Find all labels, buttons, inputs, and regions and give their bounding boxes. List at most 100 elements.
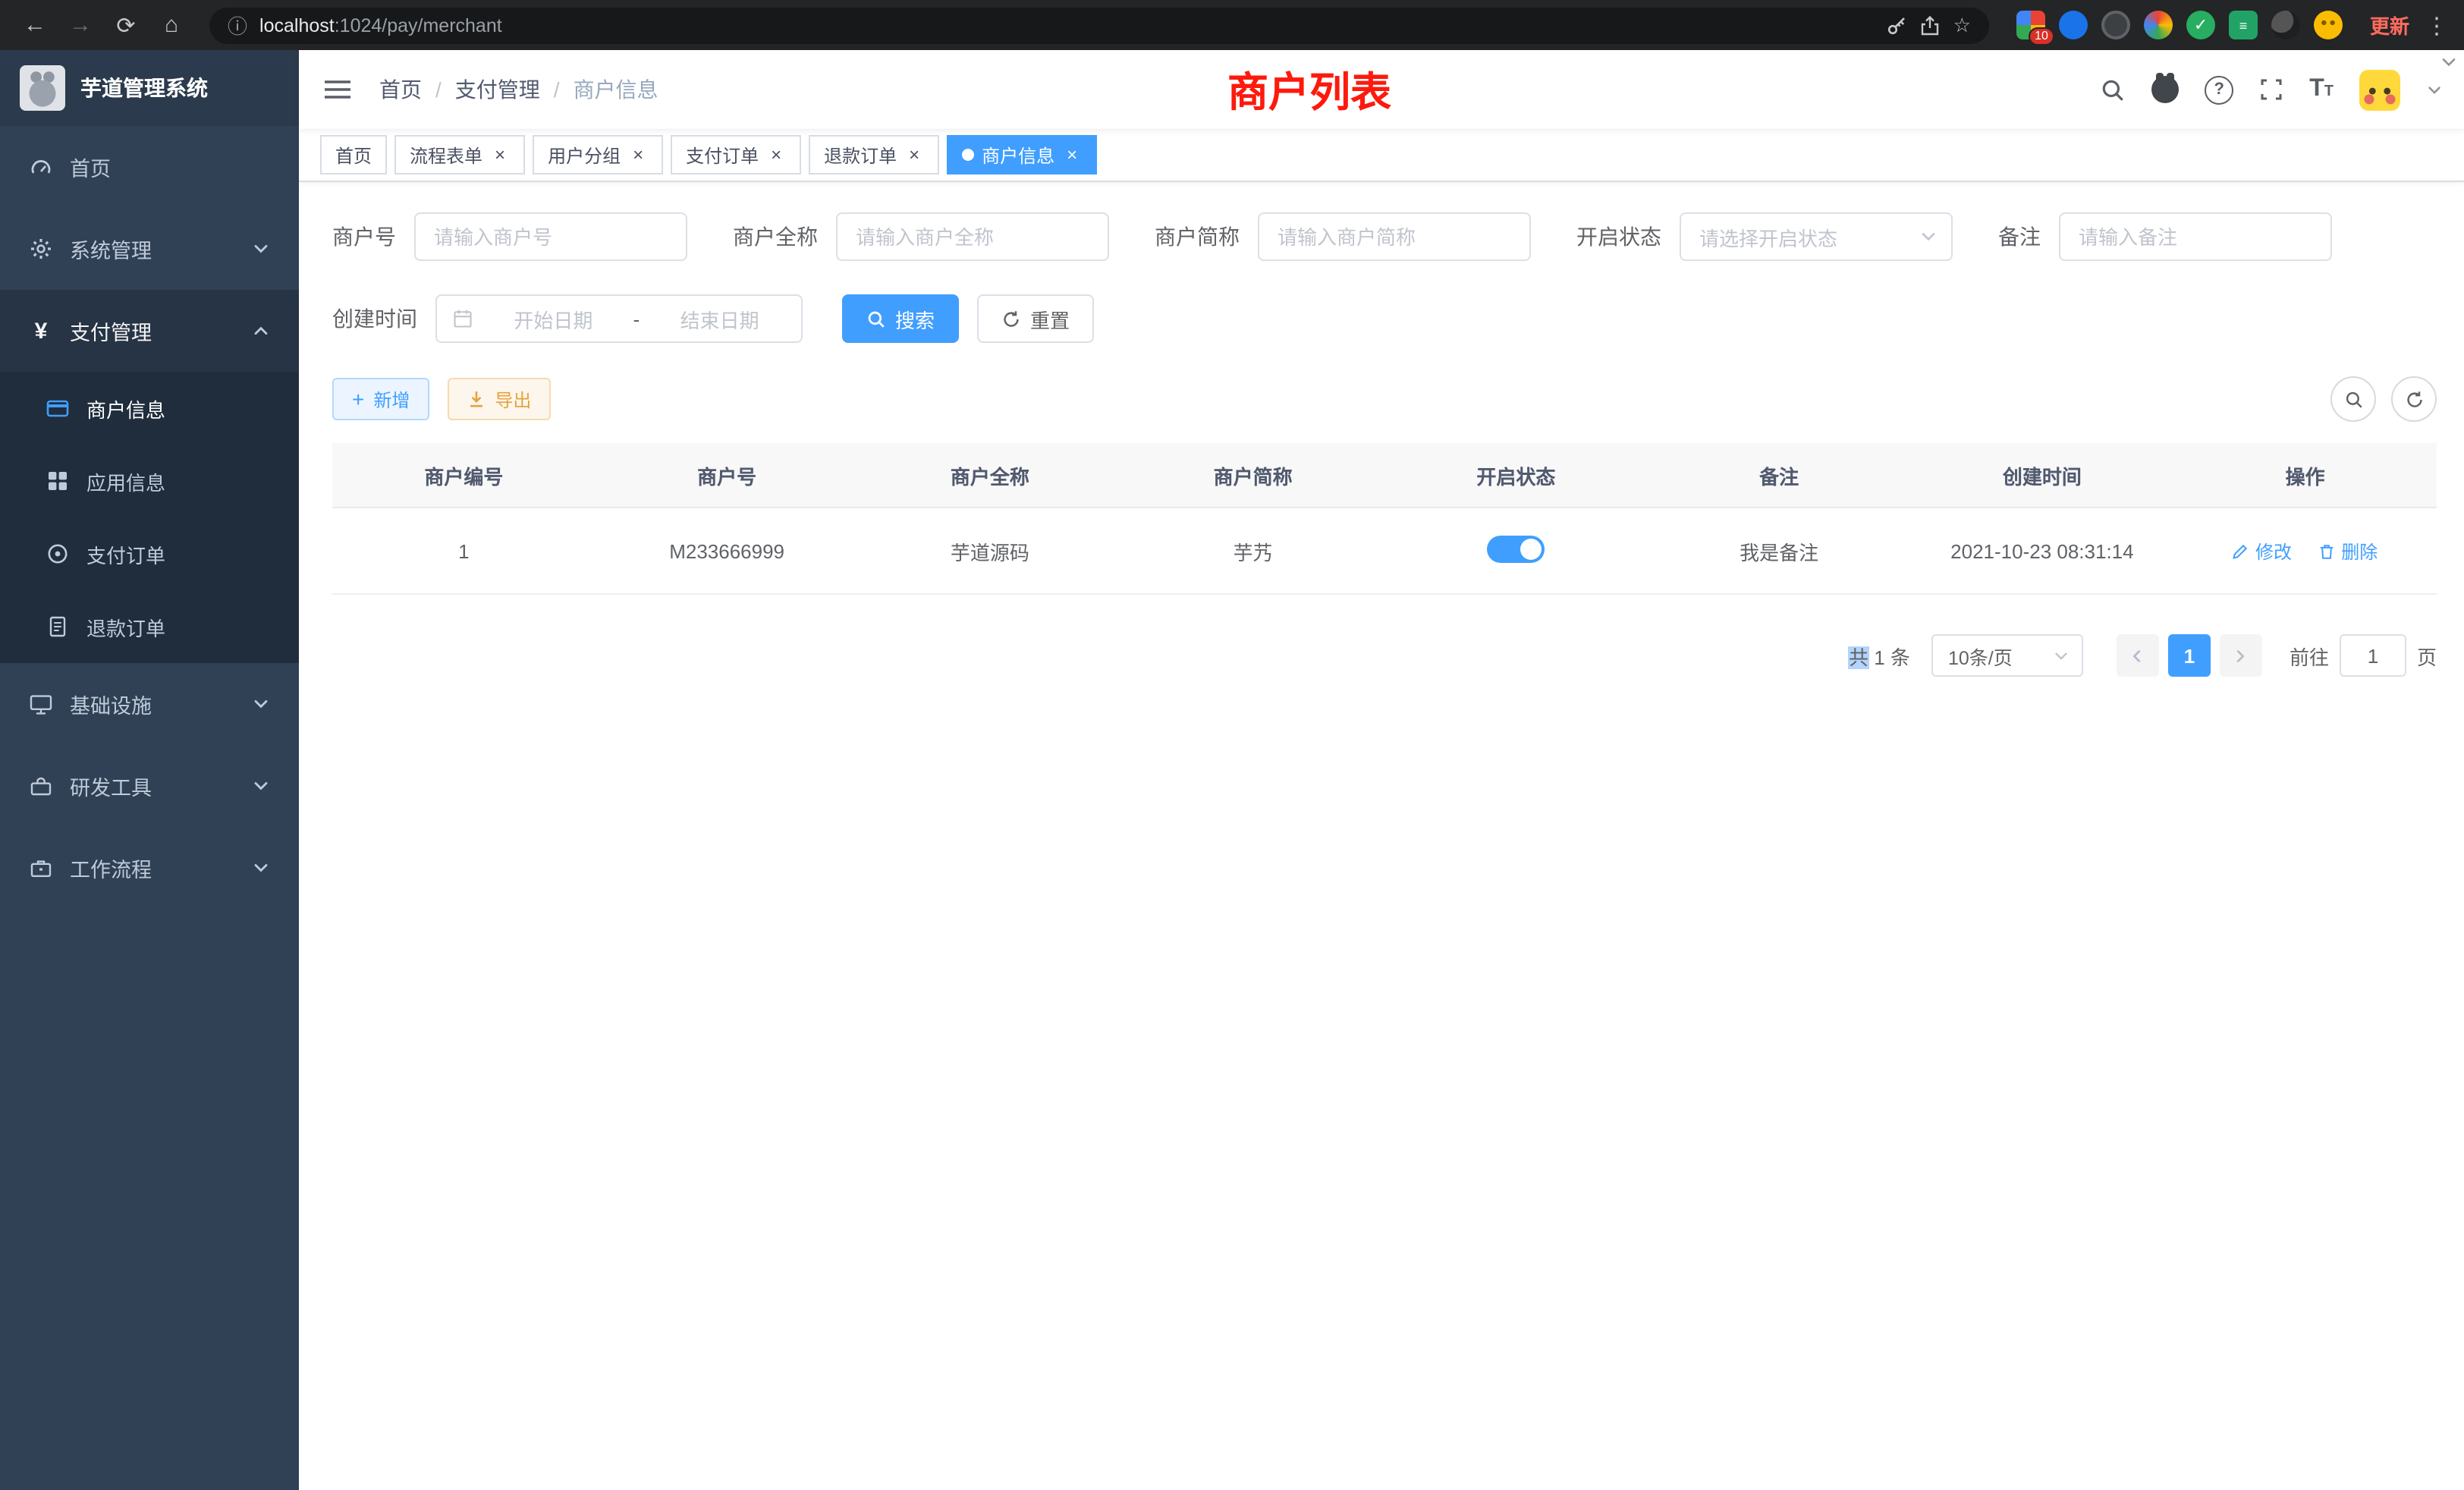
full-name-input[interactable] bbox=[836, 212, 1109, 261]
close-icon[interactable]: × bbox=[1062, 145, 1082, 165]
breadcrumb-current: 商户信息 bbox=[574, 74, 658, 105]
share-icon[interactable] bbox=[1920, 14, 1941, 36]
column-header-merchant-id: 商户编号 bbox=[332, 443, 596, 508]
forward-icon[interactable]: → bbox=[61, 5, 100, 45]
date-range-picker[interactable]: 开始日期 - 结束日期 bbox=[435, 294, 803, 343]
pagination: 共 1 条 10条/页 1 前往 页 bbox=[332, 634, 2437, 677]
extension-smiley-icon[interactable] bbox=[2314, 11, 2343, 39]
next-page-button[interactable] bbox=[2220, 634, 2262, 677]
tab-pay-order[interactable]: 支付订单 × bbox=[671, 135, 801, 174]
sidebar-item-refund-order[interactable]: 退款订单 bbox=[0, 590, 299, 663]
chevron-down-icon bbox=[2053, 647, 2070, 664]
table-tools bbox=[2330, 376, 2437, 422]
user-avatar[interactable] bbox=[2359, 69, 2400, 110]
bookmark-star-icon[interactable]: ☆ bbox=[1953, 13, 1971, 37]
column-header-remark: 备注 bbox=[1648, 443, 1911, 508]
remark-label: 备注 bbox=[1998, 222, 2041, 252]
tab-merchant-info[interactable]: 商户信息 × bbox=[947, 135, 1097, 174]
status-toggle[interactable] bbox=[1487, 535, 1545, 562]
short-name-input[interactable] bbox=[1258, 212, 1531, 261]
app-logo[interactable]: 芋道管理系统 bbox=[0, 50, 299, 126]
start-date-placeholder[interactable]: 开始日期 bbox=[487, 304, 620, 333]
extension-darkmode-icon[interactable] bbox=[2271, 11, 2300, 39]
extension-badge: 10 bbox=[2029, 27, 2054, 46]
window-caret-icon[interactable] bbox=[2440, 53, 2458, 71]
breadcrumb-home[interactable]: 首页 bbox=[379, 74, 422, 105]
extension-notes-icon[interactable]: ≡ bbox=[2229, 11, 2258, 39]
logo-avatar bbox=[20, 65, 65, 111]
close-icon[interactable]: × bbox=[904, 145, 924, 165]
remark-input[interactable] bbox=[2059, 212, 2332, 261]
delete-link[interactable]: 删除 bbox=[2318, 538, 2378, 564]
sidebar-item-home[interactable]: 首页 bbox=[0, 126, 299, 208]
hamburger-icon[interactable] bbox=[323, 77, 352, 102]
home-icon[interactable]: ⌂ bbox=[152, 5, 191, 45]
close-icon[interactable]: × bbox=[628, 145, 648, 165]
sidebar-item-pay-order[interactable]: 支付订单 bbox=[0, 517, 299, 590]
show-search-toggle-button[interactable] bbox=[2330, 376, 2376, 422]
merchant-table: 商户编号 商户号 商户全称 商户简称 开启状态 备注 创建时间 操作 1 M23… bbox=[332, 443, 2437, 595]
tab-user-group[interactable]: 用户分组 × bbox=[533, 135, 663, 174]
sidebar-item-app-info[interactable]: 应用信息 bbox=[0, 445, 299, 517]
sidebar-item-system[interactable]: 系统管理 bbox=[0, 208, 299, 290]
full-name-label: 商户全称 bbox=[733, 222, 818, 252]
close-icon[interactable]: × bbox=[766, 145, 786, 165]
page-size-select[interactable]: 10条/页 bbox=[1931, 634, 2083, 677]
column-header-full-name: 商户全称 bbox=[859, 443, 1122, 508]
merchant-no-label: 商户号 bbox=[332, 222, 396, 252]
update-button[interactable]: 更新 bbox=[2370, 11, 2409, 39]
extension-colorwheel-icon[interactable] bbox=[2144, 11, 2173, 39]
plus-icon: + bbox=[352, 388, 364, 410]
edit-link[interactable]: 修改 bbox=[2233, 538, 2292, 564]
status-select[interactable]: 请选择开启状态 bbox=[1680, 212, 1953, 261]
fontsize-icon[interactable]: TT bbox=[2309, 76, 2334, 103]
page-number-button[interactable]: 1 bbox=[2168, 634, 2211, 677]
back-icon[interactable]: ← bbox=[15, 5, 55, 45]
sidebar-item-infrastructure[interactable]: 基础设施 bbox=[0, 663, 299, 745]
prev-page-button[interactable] bbox=[2117, 634, 2159, 677]
extension-drop-icon[interactable] bbox=[2059, 11, 2088, 39]
extension-circle-icon[interactable] bbox=[2101, 11, 2130, 39]
sidebar-item-workflow[interactable]: 工作流程 bbox=[0, 827, 299, 909]
end-date-placeholder[interactable]: 结束日期 bbox=[653, 304, 786, 333]
breadcrumb-payment[interactable]: 支付管理 bbox=[455, 74, 540, 105]
add-button[interactable]: + 新增 bbox=[332, 378, 429, 420]
table-header-row: 商户编号 商户号 商户全称 商户简称 开启状态 备注 创建时间 操作 bbox=[332, 443, 2437, 508]
browser-menu-icon[interactable]: ⋮ bbox=[2425, 11, 2449, 39]
column-header-actions: 操作 bbox=[2173, 443, 2437, 508]
yen-icon: ¥ bbox=[29, 319, 53, 343]
sidebar-menu: 首页 系统管理 ¥ 支付管理 bbox=[0, 126, 299, 909]
close-icon[interactable]: × bbox=[490, 145, 510, 165]
site-info-icon[interactable]: ⓘ bbox=[228, 11, 247, 39]
search-button[interactable]: 搜索 bbox=[842, 294, 959, 343]
sidebar-item-devtools[interactable]: 研发工具 bbox=[0, 745, 299, 827]
export-button[interactable]: 导出 bbox=[448, 378, 551, 420]
merchant-no-input[interactable] bbox=[414, 212, 687, 261]
column-header-merchant-no: 商户号 bbox=[596, 443, 859, 508]
sidebar-item-payment[interactable]: ¥ 支付管理 bbox=[0, 290, 299, 372]
cell-merchant-id: 1 bbox=[332, 508, 596, 594]
payment-submenu: 商户信息 应用信息 支付订单 bbox=[0, 372, 299, 663]
goto-page-input[interactable] bbox=[2340, 634, 2406, 677]
search-icon[interactable] bbox=[2100, 77, 2126, 102]
extension-check-icon[interactable]: ✓ bbox=[2186, 11, 2215, 39]
top-navbar: 首页 / 支付管理 / 商户信息 ? TT bbox=[299, 50, 2464, 129]
avatar-caret-icon[interactable] bbox=[2426, 81, 2443, 98]
filter-row-1: 商户号 商户全称 商户简称 开启状态 请选择开启状态 备注 bbox=[332, 212, 2437, 261]
goto-label: 前往 bbox=[2290, 641, 2329, 670]
address-bar[interactable]: ⓘ localhost:1024/pay/merchant ☆ bbox=[209, 7, 1989, 43]
refresh-table-button[interactable] bbox=[2391, 376, 2437, 422]
refresh-icon[interactable]: ⟳ bbox=[106, 5, 146, 45]
github-icon[interactable] bbox=[2151, 76, 2179, 103]
tab-refund-order[interactable]: 退款订单 × bbox=[809, 135, 939, 174]
tab-home[interactable]: 首页 bbox=[320, 135, 387, 174]
tab-process-form[interactable]: 流程表单 × bbox=[394, 135, 525, 174]
reset-button[interactable]: 重置 bbox=[977, 294, 1094, 343]
app-grid-icon bbox=[46, 469, 70, 493]
sidebar-item-merchant-info[interactable]: 商户信息 bbox=[0, 372, 299, 445]
help-icon[interactable]: ? bbox=[2205, 75, 2233, 104]
sidebar-item-label: 商户信息 bbox=[86, 394, 165, 423]
key-icon[interactable] bbox=[1887, 14, 1908, 36]
extension-grid-icon[interactable]: 10 bbox=[2016, 11, 2045, 39]
fullscreen-icon[interactable] bbox=[2259, 77, 2283, 102]
